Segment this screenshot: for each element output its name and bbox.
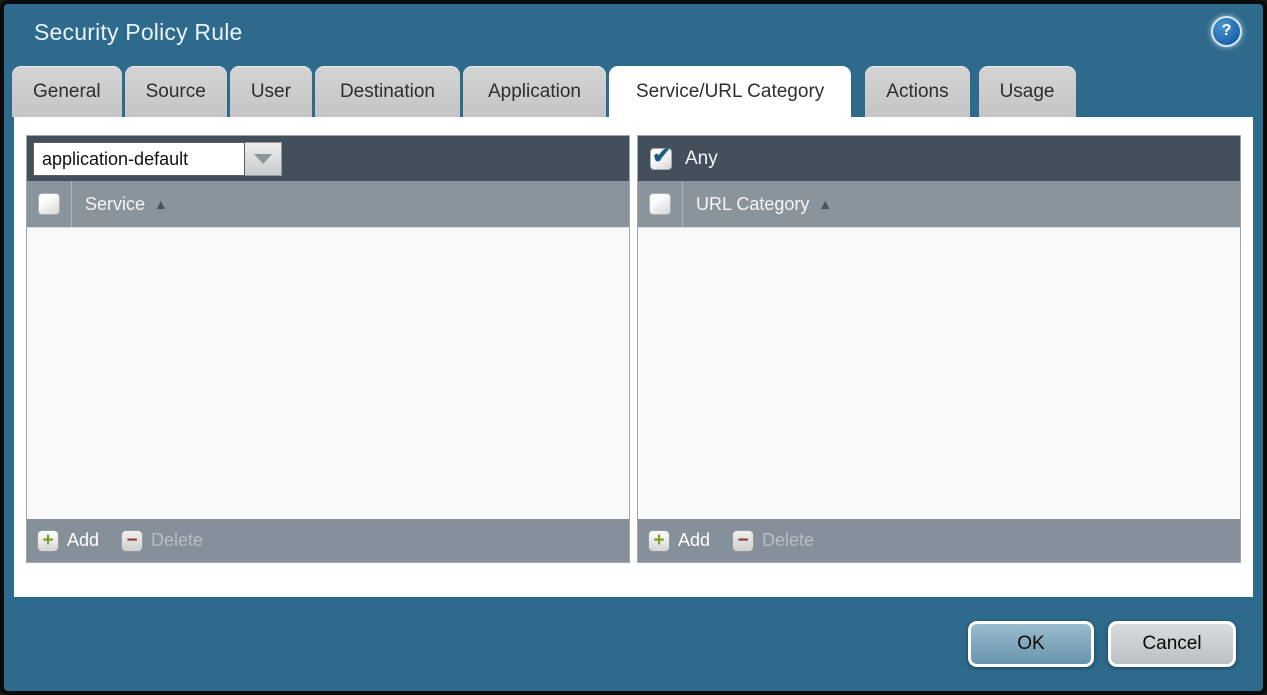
sort-ascending-icon[interactable]: ▲ <box>154 196 168 212</box>
tab-destination[interactable]: Destination <box>315 66 460 117</box>
url-category-table-header: URL Category ▲ <box>638 181 1240 228</box>
security-policy-rule-dialog: Security Policy Rule ? General Source Us… <box>4 4 1263 691</box>
delete-icon: − <box>121 530 143 552</box>
service-list[interactable] <box>27 228 629 519</box>
url-category-delete-button[interactable]: − Delete <box>732 530 814 552</box>
service-table-header: Service ▲ <box>27 181 629 228</box>
service-select-all-cell <box>27 181 72 227</box>
tab-general[interactable]: General <box>12 66 122 117</box>
tab-service-url-category[interactable]: Service/URL Category <box>609 66 851 117</box>
service-add-button[interactable]: + Add <box>37 530 99 552</box>
checkmark-icon: ✔ <box>652 142 671 169</box>
any-label: Any <box>685 148 718 170</box>
dialog-titlebar: Security Policy Rule ? <box>4 4 1263 66</box>
url-category-select-all-checkbox[interactable] <box>649 193 671 215</box>
tab-source[interactable]: Source <box>125 66 227 117</box>
add-icon: + <box>648 530 670 552</box>
dialog-title: Security Policy Rule <box>34 19 243 46</box>
url-category-column-header[interactable]: URL Category <box>696 194 809 215</box>
service-panel-footer: + Add − Delete <box>27 519 629 562</box>
dialog-button-row: OK Cancel <box>4 597 1263 691</box>
security-policy-rule-window: Security Policy Rule ? General Source Us… <box>0 0 1267 695</box>
help-icon[interactable]: ? <box>1211 16 1242 47</box>
tab-actions[interactable]: Actions <box>865 66 969 117</box>
url-category-add-label: Add <box>678 530 710 551</box>
service-select-all-checkbox[interactable] <box>38 193 60 215</box>
cancel-button[interactable]: Cancel <box>1108 621 1236 667</box>
url-category-panel: ✔ Any URL Category ▲ + Add <box>637 135 1241 563</box>
tab-application[interactable]: Application <box>463 66 606 117</box>
service-add-label: Add <box>67 530 99 551</box>
tab-content-service-url-category: application-default Service ▲ <box>14 117 1253 597</box>
url-category-list[interactable] <box>638 228 1240 519</box>
ok-button[interactable]: OK <box>968 621 1094 667</box>
service-column-header[interactable]: Service <box>85 194 145 215</box>
delete-icon: − <box>732 530 754 552</box>
any-checkbox[interactable]: ✔ <box>650 148 672 170</box>
add-icon: + <box>37 530 59 552</box>
service-delete-label: Delete <box>151 530 203 551</box>
any-row: ✔ Any <box>644 148 718 170</box>
url-category-delete-label: Delete <box>762 530 814 551</box>
url-category-select-all-cell <box>638 181 683 227</box>
service-delete-button[interactable]: − Delete <box>121 530 203 552</box>
sort-ascending-icon[interactable]: ▲ <box>818 196 832 212</box>
chevron-down-icon <box>254 154 272 164</box>
tab-usage[interactable]: Usage <box>979 66 1076 117</box>
dropdown-arrow-button[interactable] <box>245 142 282 176</box>
tab-user[interactable]: User <box>230 66 312 117</box>
url-category-panel-header: ✔ Any <box>638 136 1240 181</box>
url-category-panel-footer: + Add − Delete <box>638 519 1240 562</box>
url-category-add-button[interactable]: + Add <box>648 530 710 552</box>
service-panel-header: application-default <box>27 136 629 181</box>
service-panel: application-default Service ▲ <box>26 135 630 563</box>
service-type-dropdown[interactable]: application-default <box>33 142 282 176</box>
service-dropdown-value[interactable]: application-default <box>33 142 245 176</box>
tab-bar: General Source User Destination Applicat… <box>4 66 1263 117</box>
